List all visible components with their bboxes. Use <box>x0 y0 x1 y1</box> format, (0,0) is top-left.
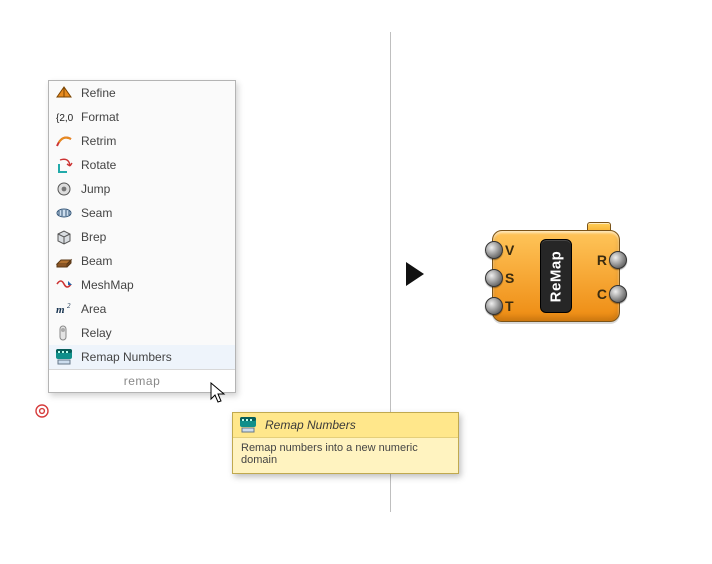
port-label: V <box>505 243 514 257</box>
menu-item-label: Relay <box>81 326 229 340</box>
svg-text:2: 2 <box>67 302 71 310</box>
brep-icon <box>55 228 73 246</box>
remap-icon <box>55 348 73 366</box>
output-port-c[interactable] <box>609 285 627 303</box>
seam-icon <box>55 204 73 222</box>
remap-icon <box>239 416 257 434</box>
svg-text:{2,0}: {2,0} <box>56 113 73 124</box>
menu-item-label: Refine <box>81 86 229 100</box>
beam-icon <box>55 252 73 270</box>
target-icon <box>34 403 50 419</box>
tooltip-title: Remap Numbers <box>265 418 356 432</box>
menu-item-relay[interactable]: Relay <box>49 321 235 345</box>
menu-item-brep[interactable]: Brep <box>49 225 235 249</box>
port-label: S <box>505 271 514 285</box>
menu-item-meshmap[interactable]: MeshMap <box>49 273 235 297</box>
menu-item-label: Retrim <box>81 134 229 148</box>
menu-item-beam[interactable]: Beam <box>49 249 235 273</box>
area-icon: m2 <box>55 300 73 318</box>
menu-item-area[interactable]: m2 Area <box>49 297 235 321</box>
tooltip: Remap Numbers Remap numbers into a new n… <box>232 412 459 474</box>
menu-item-label: MeshMap <box>81 278 229 292</box>
retrim-icon <box>55 132 73 150</box>
menu-item-refine[interactable]: Refine <box>49 81 235 105</box>
menu-item-rotate[interactable]: Rotate <box>49 153 235 177</box>
menu-item-retrim[interactable]: Retrim <box>49 129 235 153</box>
menu-item-label: Remap Numbers <box>81 350 229 364</box>
svg-text:m: m <box>56 304 65 316</box>
port-label: T <box>505 299 514 313</box>
search-input[interactable]: remap <box>49 369 235 392</box>
rotate-icon <box>55 156 73 174</box>
menu-item-label: Brep <box>81 230 229 244</box>
menu-item-jump[interactable]: Jump <box>49 177 235 201</box>
component-search-menu[interactable]: Refine {2,0} Format Retrim Rotate Jump Seam Bre… <box>48 80 236 393</box>
format-icon: {2,0} <box>55 108 73 126</box>
menu-item-format[interactable]: {2,0} Format <box>49 105 235 129</box>
menu-item-label: Beam <box>81 254 229 268</box>
menu-item-label: Jump <box>81 182 229 196</box>
jump-icon <box>55 180 73 198</box>
component-name-label: ReMap <box>540 239 572 313</box>
input-port-t[interactable] <box>485 297 503 315</box>
relay-icon <box>55 324 73 342</box>
menu-item-remap[interactable]: Remap Numbers <box>49 345 235 369</box>
menu-item-seam[interactable]: Seam <box>49 201 235 225</box>
input-port-v[interactable] <box>485 241 503 259</box>
canvas-arrow-icon <box>404 260 426 288</box>
menu-item-label: Rotate <box>81 158 229 172</box>
port-label: R <box>597 253 607 267</box>
component-body[interactable]: ReMap V S T R C <box>492 230 620 322</box>
tooltip-body: Remap numbers into a new numeric domain <box>233 437 458 473</box>
refine-icon <box>55 84 73 102</box>
output-port-r[interactable] <box>609 251 627 269</box>
input-port-s[interactable] <box>485 269 503 287</box>
menu-item-label: Seam <box>81 206 229 220</box>
meshmap-icon <box>55 276 73 294</box>
remap-component[interactable]: ReMap V S T R C <box>492 230 620 322</box>
port-label: C <box>597 287 607 301</box>
menu-item-label: Area <box>81 302 229 316</box>
menu-item-label: Format <box>81 110 229 124</box>
